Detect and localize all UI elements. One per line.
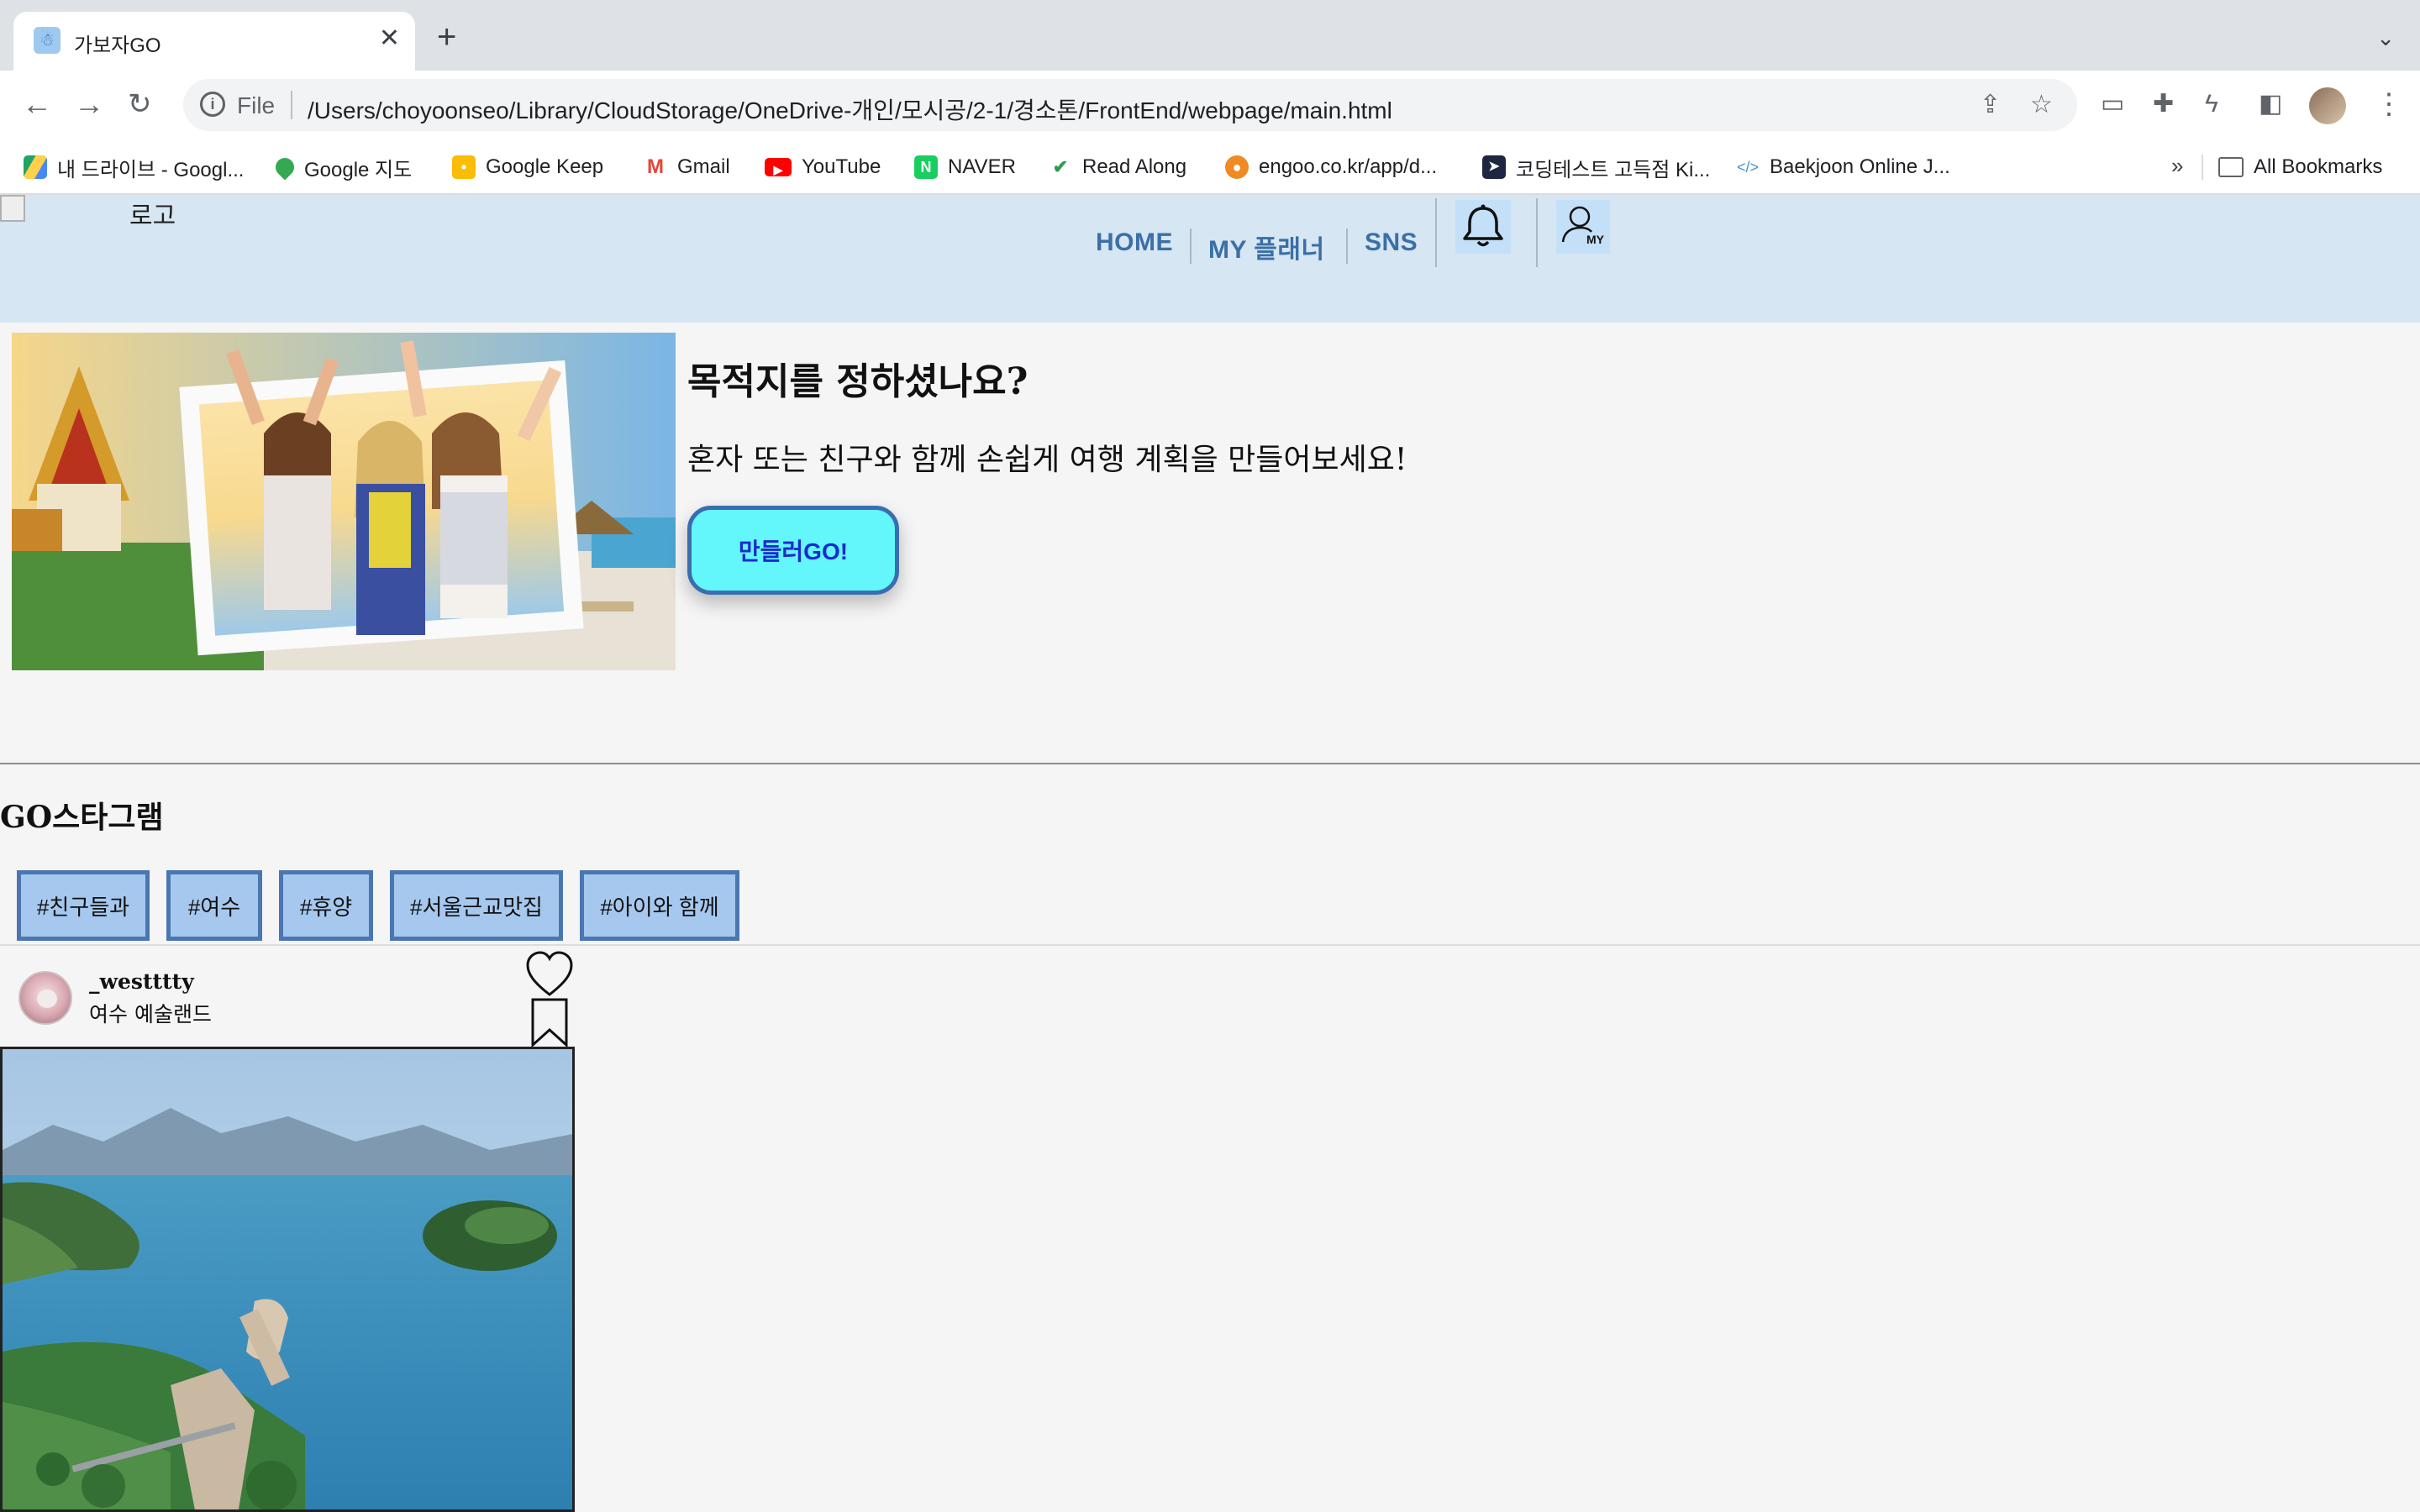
bookmark-gmail[interactable]: M Gmail xyxy=(644,153,730,181)
create-plan-button[interactable]: 만들러GO! xyxy=(687,506,899,595)
reload-icon[interactable]: ↻ xyxy=(128,87,152,121)
bell-icon xyxy=(1463,204,1503,247)
nav-divider xyxy=(1190,228,1192,264)
hero-title: 목적지를 정하셨나요? xyxy=(687,360,1028,403)
star-icon[interactable]: ☆ xyxy=(2030,91,2053,119)
bookmark-label: 내 드라이브 - Googl... xyxy=(57,158,245,181)
bookmark-label: engoo.co.kr/app/d... xyxy=(1259,155,1438,178)
section-divider xyxy=(0,763,2420,764)
browser-toolbar: ← → ↻ i File /Users/choyoonseo/Library/C… xyxy=(0,71,2420,139)
code-icon: </> xyxy=(1736,155,1760,179)
broken-image-icon xyxy=(0,195,25,222)
bookmark-label: Gmail xyxy=(677,155,730,178)
cast-icon[interactable]: ▭ xyxy=(2101,89,2124,119)
tag-yeosu[interactable]: #여수 xyxy=(166,870,262,941)
bookmark-programmers[interactable]: ➤ 코딩테스트 고득점 Ki... xyxy=(1482,153,1710,181)
heart-icon[interactable] xyxy=(523,948,576,1001)
post-username[interactable]: _westttty xyxy=(89,969,194,994)
site-header: 로고 HOME MY 플래너 SNS MY xyxy=(0,195,2420,323)
tag-friends[interactable]: #친구들과 xyxy=(17,870,150,941)
post-location: 여수 예술랜드 xyxy=(89,1002,212,1026)
page-viewport: 로고 HOME MY 플래너 SNS MY 목적지를 정하셨나요? 혼자 또는 … xyxy=(0,195,2420,1512)
address-bar[interactable]: i File /Users/choyoonseo/Library/CloudSt… xyxy=(183,79,2077,131)
google-drive-icon xyxy=(24,155,47,179)
bookmark-label: Read Along xyxy=(1082,155,1187,178)
user-profile-icon: MY xyxy=(1561,206,1605,246)
file-label: File xyxy=(237,92,276,118)
browser-tab-bar: ☃ 가보자GO ✕ + ⌄ xyxy=(0,0,2420,71)
hero-travel-image xyxy=(12,333,676,670)
my-page-button[interactable]: MY xyxy=(1556,200,1610,254)
folder-icon xyxy=(2218,157,2244,177)
chevron-down-icon[interactable]: ⌄ xyxy=(2376,25,2395,51)
info-icon[interactable]: i xyxy=(200,92,225,117)
address-divider xyxy=(291,91,292,119)
performance-icon[interactable]: ϟ xyxy=(2205,89,2218,119)
nav-sns[interactable]: SNS xyxy=(1365,228,1418,257)
forward-arrow-icon[interactable]: → xyxy=(74,87,104,121)
bookmark-read-along[interactable]: ✔ Read Along xyxy=(1049,153,1186,181)
all-bookmarks-label: All Bookmarks xyxy=(2254,155,2383,178)
bookmark-icon[interactable] xyxy=(528,996,571,1048)
bookmark-google-keep[interactable]: • Google Keep xyxy=(452,153,603,181)
youtube-icon: ▶ xyxy=(765,158,792,176)
close-tab-icon[interactable]: ✕ xyxy=(379,24,400,54)
nav-home[interactable]: HOME xyxy=(1096,228,1173,257)
bookmark-baekjoon[interactable]: </> Baekjoon Online J... xyxy=(1736,153,1950,181)
programmers-icon: ➤ xyxy=(1482,155,1506,179)
section-title: GO스타그램 xyxy=(0,800,164,835)
tag-seoul-restaurants[interactable]: #서울근교맛집 xyxy=(390,870,563,941)
side-panel-icon[interactable]: ◧ xyxy=(2259,89,2282,119)
back-arrow-icon[interactable]: ← xyxy=(22,87,52,121)
logo-alt-text: 로고 xyxy=(129,202,176,230)
gmail-icon: M xyxy=(644,155,667,179)
nav-my-planner[interactable]: MY 플래너 xyxy=(1208,228,1325,265)
more-menu-icon[interactable]: ⋮ xyxy=(2375,87,2403,121)
engoo-icon: ● xyxy=(1225,155,1249,179)
read-along-icon: ✔ xyxy=(1049,155,1072,179)
bookmark-label: NAVER xyxy=(948,155,1016,178)
tab-title: 가보자GO xyxy=(74,34,161,57)
browser-tab-active[interactable]: ☃ 가보자GO ✕ xyxy=(13,12,415,71)
naver-icon: N xyxy=(914,155,938,179)
bookmark-label: 코딩테스트 고득점 Ki... xyxy=(1516,158,1711,181)
share-icon[interactable]: ⇪ xyxy=(1980,91,2001,119)
more-bookmarks-icon[interactable]: » xyxy=(2171,153,2183,179)
bookmark-label: Baekjoon Online J... xyxy=(1770,155,1950,178)
nav-divider xyxy=(1435,198,1437,267)
extensions-puzzle-icon[interactable]: ✚ xyxy=(2153,89,2174,119)
bookmarks-divider xyxy=(2202,155,2203,180)
my-label: MY xyxy=(1586,233,1605,246)
bookmark-naver[interactable]: N NAVER xyxy=(914,153,1016,181)
profile-avatar[interactable] xyxy=(2309,87,2346,124)
notification-button[interactable] xyxy=(1455,200,1511,254)
all-bookmarks-button[interactable]: All Bookmarks xyxy=(2218,153,2382,181)
tag-with-kids[interactable]: #아이와 함께 xyxy=(580,870,739,941)
post-image[interactable] xyxy=(0,1047,575,1512)
avatar-face xyxy=(37,990,57,1008)
tag-rest[interactable]: #휴양 xyxy=(279,870,373,941)
bookmark-youtube[interactable]: ▶ YouTube xyxy=(765,153,881,181)
bookmark-google-maps[interactable]: Google 지도 xyxy=(271,153,413,181)
bookmark-google-drive[interactable]: 내 드라이브 - Googl... xyxy=(24,153,244,181)
google-maps-icon xyxy=(271,154,298,181)
nav-divider xyxy=(1536,198,1538,267)
bookmarks-bar: 내 드라이브 - Googl... Google 지도 • Google Kee… xyxy=(0,139,2420,195)
bookmark-label: YouTube xyxy=(802,155,881,178)
google-keep-icon: • xyxy=(452,155,476,179)
new-tab-plus-icon[interactable]: + xyxy=(437,20,456,54)
bookmark-label: Google 지도 xyxy=(304,158,413,181)
url-text[interactable]: /Users/choyoonseo/Library/CloudStorage/O… xyxy=(308,92,1392,126)
site-favicon-icon: ☃ xyxy=(34,27,60,54)
bookmark-label: Google Keep xyxy=(486,155,604,178)
post-author-avatar[interactable] xyxy=(18,971,72,1025)
logo[interactable]: 로고 xyxy=(0,195,185,230)
bookmark-engoo[interactable]: ● engoo.co.kr/app/d... xyxy=(1225,153,1437,181)
hero-subtitle: 혼자 또는 친구와 함께 손쉽게 여행 계획을 만들어보세요! xyxy=(687,443,1407,477)
nav-divider xyxy=(1346,228,1348,264)
